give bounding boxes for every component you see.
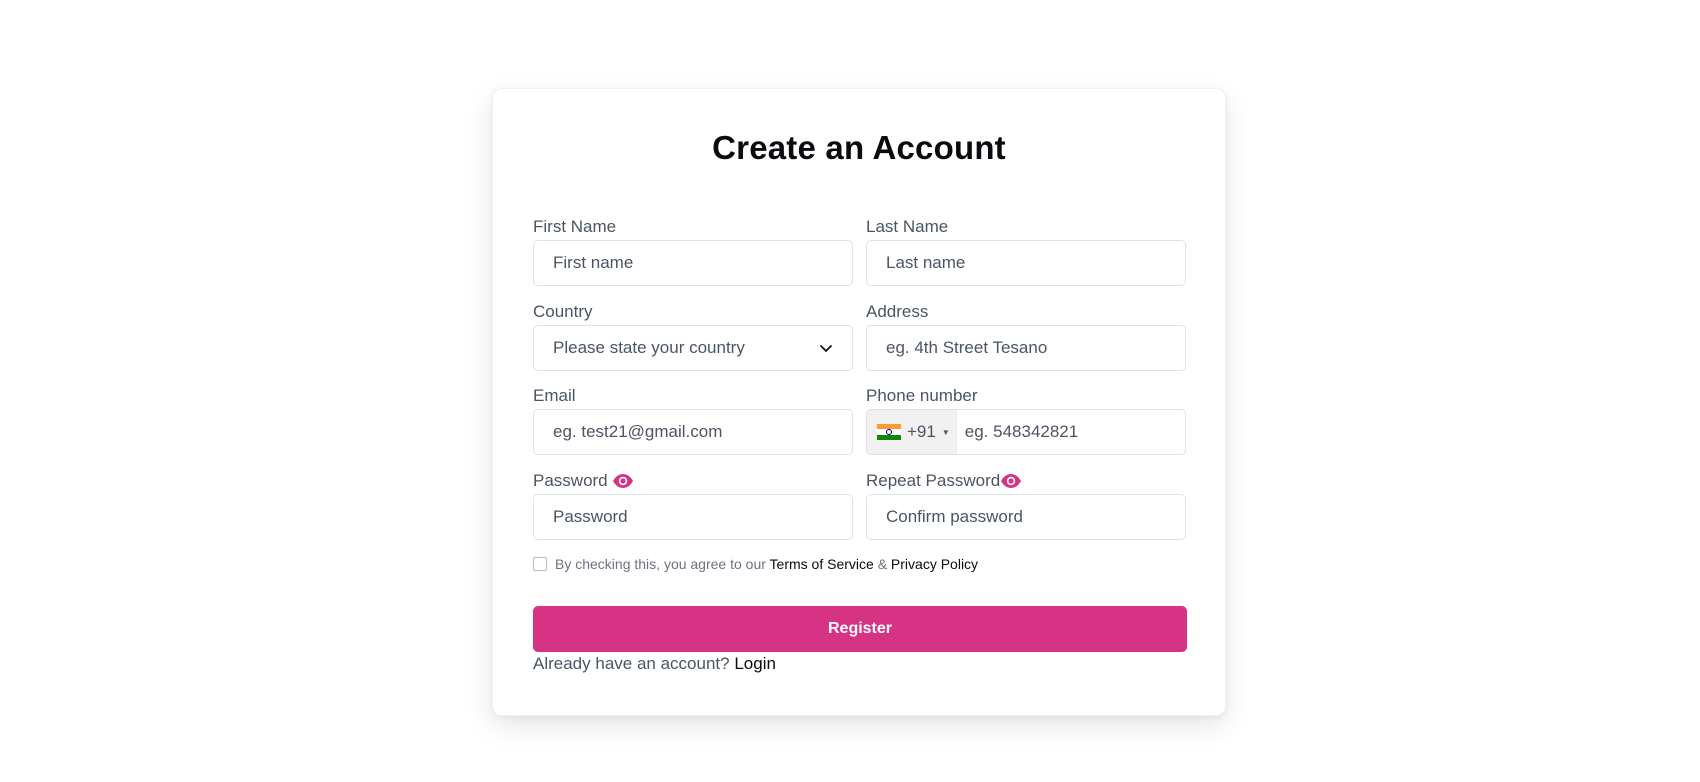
eye-icon[interactable] (612, 473, 634, 489)
password-placeholder: Password (553, 507, 628, 526)
phone-input[interactable]: eg. 548342821 (957, 422, 1078, 442)
india-flag-icon (877, 424, 901, 440)
login-link[interactable]: Login (734, 654, 776, 673)
country-label: Country (533, 302, 593, 321)
country-code-dropdown[interactable]: +91 ▼ (867, 410, 957, 454)
eye-icon[interactable] (1000, 473, 1022, 489)
repeat-password-label-row: Repeat Password (866, 470, 1186, 492)
terms-amp: & (877, 556, 888, 572)
country-selected-value: Please state your country (553, 338, 745, 357)
last-name-placeholder: Last name (886, 253, 966, 272)
last-name-group: Last Name Last name (866, 216, 1186, 286)
first-name-label: First Name (533, 217, 617, 236)
chevron-down-icon (819, 341, 833, 355)
register-card: Create an Account First Name First name … (492, 88, 1226, 716)
email-group: Email eg. test21@gmail.com (533, 385, 853, 455)
first-name-placeholder: First name (553, 253, 634, 272)
address-placeholder: eg. 4th Street Tesano (886, 338, 1048, 357)
last-name-input[interactable]: Last name (866, 240, 1186, 286)
address-label: Address (866, 302, 929, 321)
terms-checkbox[interactable] (533, 557, 547, 571)
dial-code: +91 (907, 422, 936, 441)
email-label: Email (533, 386, 576, 405)
address-input[interactable]: eg. 4th Street Tesano (866, 325, 1186, 371)
password-label: Password (533, 471, 608, 490)
password-input[interactable]: Password (533, 494, 853, 540)
caret-down-icon: ▼ (941, 427, 950, 437)
first-name-input[interactable]: First name (533, 240, 853, 286)
register-button[interactable]: Register (533, 606, 1187, 652)
repeat-password-placeholder: Confirm password (886, 507, 1023, 526)
privacy-policy-link[interactable]: Privacy Policy (891, 556, 978, 572)
page-title: Create an Account (712, 129, 1006, 166)
login-prompt-row: Already have an account? Login (533, 654, 776, 674)
repeat-password-input[interactable]: Confirm password (866, 494, 1186, 540)
phone-field: +91 ▼ eg. 548342821 (866, 409, 1186, 455)
password-group: Password Password (533, 470, 853, 540)
email-input[interactable]: eg. test21@gmail.com (533, 409, 853, 455)
last-name-label: Last Name (866, 217, 949, 236)
repeat-password-group: Repeat Password Confirm password (866, 470, 1186, 540)
phone-group: Phone number +91 ▼ eg. 548342821 (866, 385, 1186, 455)
terms-text: By checking this, you agree to our Terms… (555, 556, 978, 572)
address-group: Address eg. 4th Street Tesano (866, 301, 1186, 371)
email-placeholder: eg. test21@gmail.com (553, 422, 723, 441)
phone-label: Phone number (866, 386, 978, 405)
terms-prefix: By checking this, you agree to our (555, 556, 766, 572)
country-group: Country Please state your country (533, 301, 853, 371)
password-label-row: Password (533, 470, 853, 492)
login-prompt: Already have an account? (533, 654, 730, 673)
first-name-group: First Name First name (533, 216, 853, 286)
terms-row: By checking this, you agree to our Terms… (533, 556, 978, 572)
repeat-password-label: Repeat Password (866, 471, 1001, 490)
terms-of-service-link[interactable]: Terms of Service (770, 556, 874, 572)
country-select[interactable]: Please state your country (533, 325, 853, 371)
